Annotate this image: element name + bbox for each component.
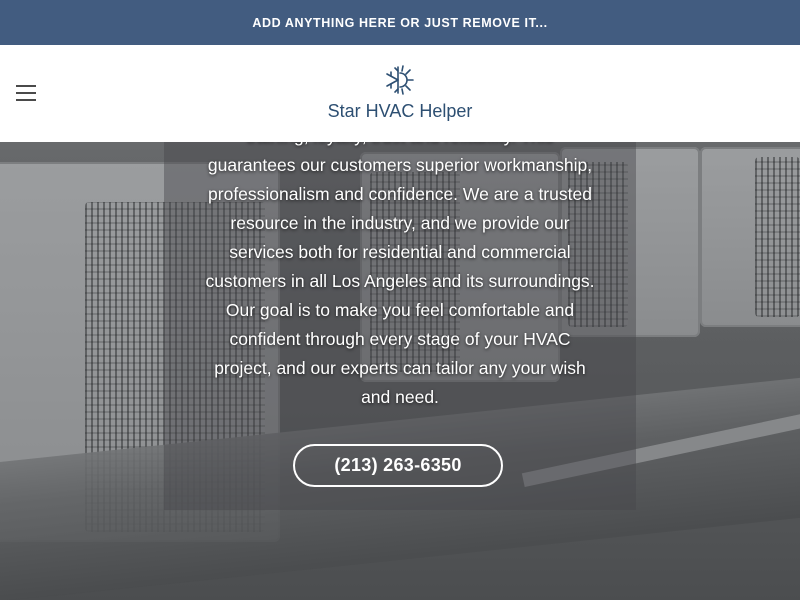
- brand-name: Star HVAC Helper: [327, 101, 473, 121]
- intro-line: project, and our experts can tailor any …: [214, 358, 586, 378]
- site-logo[interactable]: Star HVAC Helper: [300, 63, 500, 122]
- announcement-text: ADD ANYTHING HERE OR JUST REMOVE IT...: [252, 15, 548, 30]
- intro-line: customers in all Los Angeles and its sur…: [205, 271, 595, 291]
- announcement-bar: ADD ANYTHING HERE OR JUST REMOVE IT...: [0, 0, 800, 45]
- snowflake-sun-logo-icon: [386, 65, 414, 95]
- phone-call-button[interactable]: (213) 263-6350: [293, 444, 503, 487]
- intro-text: training, loyalty, trust and reliability…: [190, 122, 610, 412]
- intro-line: resource in the industry, and we provide…: [230, 213, 570, 233]
- hamburger-menu-icon[interactable]: [16, 85, 38, 101]
- site-header: Star HVAC Helper: [0, 45, 800, 142]
- intro-line: guarantees our customers superior workma…: [207, 155, 593, 175]
- intro-line: Our goal is to make you feel comfortable…: [225, 300, 575, 320]
- intro-line: confident through every stage of your HV…: [229, 329, 571, 349]
- intro-line: professionalism and confidence. We are a…: [208, 184, 592, 204]
- intro-line: services both for residential and commer…: [229, 242, 571, 262]
- intro-line: and need.: [361, 387, 439, 407]
